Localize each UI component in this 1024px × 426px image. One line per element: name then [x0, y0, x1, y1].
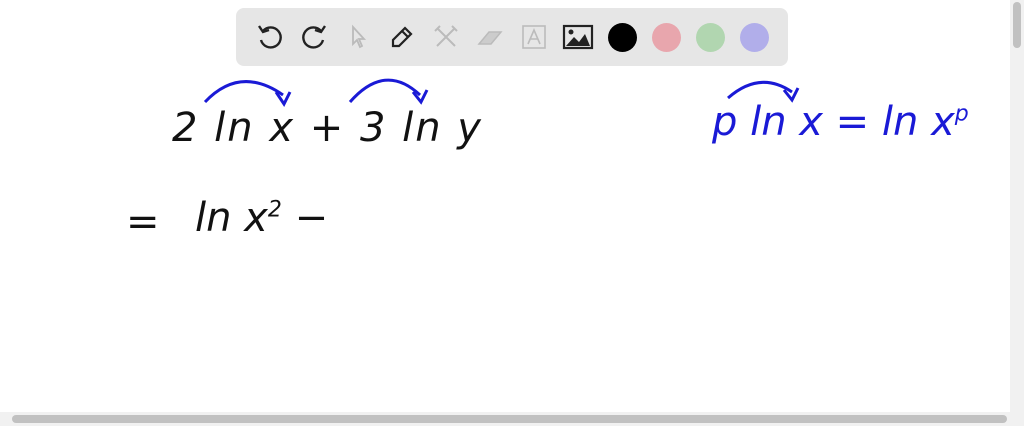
- horizontal-scroll-thumb[interactable]: [12, 415, 1007, 423]
- vertical-scroll-thumb[interactable]: [1013, 2, 1021, 48]
- rule-base: p ln x = ln x: [712, 99, 955, 145]
- vertical-scrollbar[interactable]: [1010, 0, 1024, 412]
- horizontal-scrollbar[interactable]: [0, 412, 1024, 426]
- line2-tail: −: [281, 195, 329, 241]
- line2-base: ln x: [195, 195, 268, 241]
- rule-exponent: p: [954, 101, 969, 127]
- arc-arrow-3: [727, 80, 793, 100]
- arc-arrow-2: [348, 78, 422, 103]
- log-power-rule: p ln x = ln xp: [712, 102, 969, 142]
- line2-exponent: 2: [267, 197, 282, 223]
- expression-line2: ln x2 −: [195, 198, 328, 238]
- expression-line1: 2 ln x + 3 ln y: [172, 105, 483, 151]
- arc-arrow-1: [203, 80, 284, 104]
- equals-sign: =: [126, 199, 160, 245]
